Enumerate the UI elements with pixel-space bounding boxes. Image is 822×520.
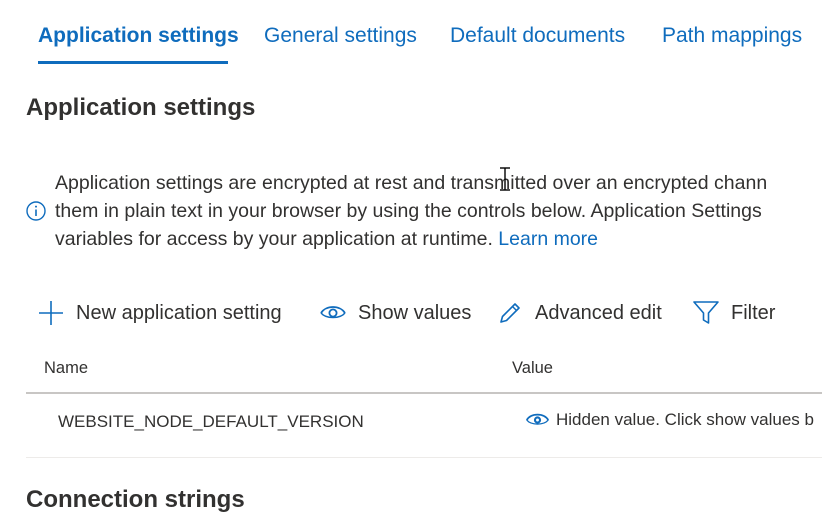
- tab-path-mappings[interactable]: Path mappings: [662, 24, 802, 48]
- column-header-name[interactable]: Name: [44, 359, 88, 378]
- section-title-application-settings: Application settings: [26, 94, 256, 121]
- advanced-edit-button[interactable]: Advanced edit: [497, 296, 662, 330]
- show-values-button[interactable]: Show values: [320, 296, 471, 330]
- tab-application-settings[interactable]: Application settings: [38, 24, 239, 48]
- setting-value-cell[interactable]: Hidden value. Click show values b: [525, 410, 814, 430]
- show-values-label: Show values: [358, 301, 472, 324]
- learn-more-link[interactable]: Learn more: [498, 228, 598, 250]
- info-line-2: them in plain text in your browser by us…: [55, 200, 762, 222]
- info-message: Application settings are encrypted at re…: [55, 169, 822, 253]
- tab-default-documents[interactable]: Default documents: [450, 24, 625, 48]
- column-header-value[interactable]: Value: [512, 359, 553, 378]
- info-line-3: variables for access by your application…: [55, 225, 822, 253]
- filter-button[interactable]: Filter: [693, 296, 775, 330]
- table-header-divider: [26, 392, 822, 394]
- new-application-setting-label: New application setting: [76, 301, 282, 324]
- eye-icon: [320, 306, 346, 319]
- info-icon: [26, 201, 46, 221]
- pencil-icon: [500, 303, 520, 323]
- tab-general-settings[interactable]: General settings: [264, 24, 417, 48]
- advanced-edit-label: Advanced edit: [535, 301, 662, 324]
- new-application-setting-button[interactable]: New application setting: [38, 296, 282, 330]
- info-line-3-text: variables for access by your application…: [55, 228, 493, 250]
- hidden-value-text: Hidden value. Click show values b: [556, 410, 814, 429]
- eye-icon[interactable]: [525, 411, 550, 429]
- tab-active-underline: [38, 61, 228, 64]
- plus-icon: [39, 301, 63, 325]
- text-cursor-icon: [500, 167, 510, 191]
- setting-name-cell[interactable]: WEBSITE_NODE_DEFAULT_VERSION: [58, 412, 364, 432]
- section-title-connection-strings: Connection strings: [26, 486, 245, 513]
- filter-icon: [693, 301, 719, 324]
- info-line-1: Application settings are encrypted at re…: [55, 172, 768, 194]
- filter-label: Filter: [731, 301, 776, 324]
- table-row-divider: [26, 457, 822, 458]
